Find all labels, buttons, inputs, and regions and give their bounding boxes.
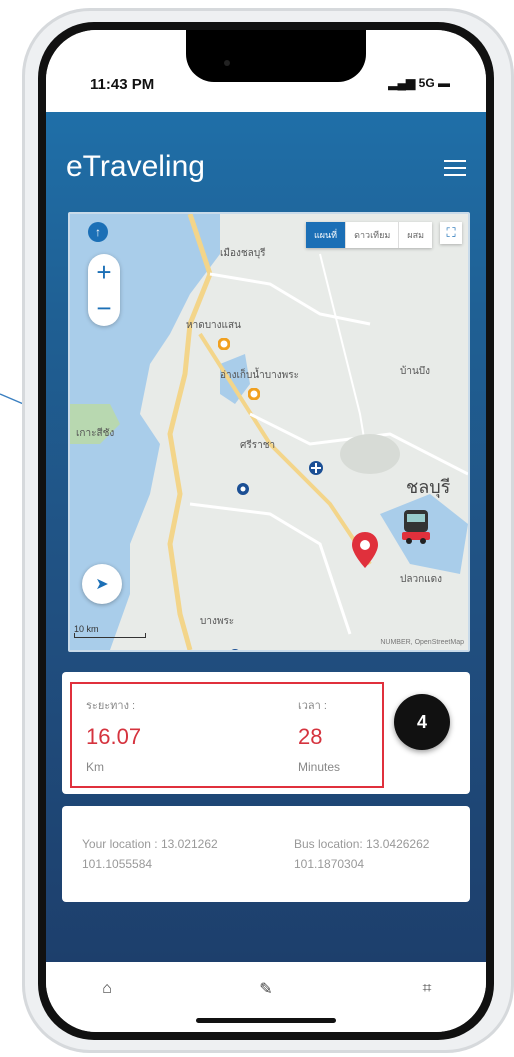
bus-location-lat: Bus location: 13.0426262 — [294, 837, 430, 851]
hospital-marker-icon[interactable] — [308, 460, 324, 476]
map-label-chonburi: ชลบุรี — [406, 477, 451, 497]
your-location: Your location : 13.021262 101.1055584 — [82, 834, 218, 874]
scan-icon[interactable]: ⌗ — [418, 980, 436, 998]
map-label-tien-mu: หาดบางแสน — [186, 320, 241, 331]
edit-icon[interactable]: ✎ — [257, 980, 275, 998]
map-view[interactable]: ↑ + − แผนที่ ดาวเทียม ผสม ⛶ เมืองชลบุรี … — [68, 212, 470, 652]
bottom-tab-bar: ⌂ ✎ ⌗ — [46, 962, 486, 1032]
zoom-control: + − — [88, 254, 120, 326]
status-bar: 11:43 PM ▂▄▆ 5G ▬ — [46, 30, 486, 112]
duration-stat: เวลา : 28 Minutes — [298, 696, 340, 774]
phone-screen: 11:43 PM ▂▄▆ 5G ▬ eTraveling ↑ + − แผนที… — [46, 30, 486, 1032]
zoom-in-button[interactable]: + — [88, 254, 120, 290]
network-type: 5G — [418, 76, 435, 90]
zoom-out-button[interactable]: − — [88, 290, 120, 326]
duration-unit: Minutes — [298, 760, 341, 774]
poi-marker-icon[interactable] — [248, 388, 260, 400]
map-tab-hybrid[interactable]: ผสม — [398, 222, 432, 248]
map-label-koh-si-chang: เกาะสีชัง — [76, 428, 115, 439]
phone-frame: 11:43 PM ▂▄▆ 5G ▬ eTraveling ↑ + − แผนที… — [22, 8, 514, 1053]
poi-marker-icon[interactable] — [218, 338, 230, 350]
distance-stat: ระยะทาง : 16.07 Km — [86, 696, 141, 774]
bus-location-lng: 101.1870304 — [294, 857, 365, 871]
notch — [186, 30, 366, 82]
camera — [224, 60, 230, 66]
distance-label: ระยะทาง : — [86, 700, 136, 712]
map-label-ban-bueng: บ้านบึง — [400, 366, 431, 377]
signal-indicator: ▂▄▆ 5G ▬ — [388, 76, 450, 90]
signal-bars-icon: ▂▄▆ — [388, 76, 416, 90]
app-title: eTraveling — [66, 150, 205, 183]
place-marker-icon[interactable] — [236, 482, 250, 496]
map-label-pluak-daeng: ปลวกแดง — [400, 574, 442, 585]
bus-location: Bus location: 13.0426262 101.1870304 — [294, 834, 429, 874]
map-scale-bar — [74, 633, 146, 638]
distance-value: 16.07 — [86, 724, 142, 749]
duration-value: 28 — [298, 724, 323, 749]
map-label-bangpra: บางพระ — [200, 616, 235, 627]
distance-unit: Km — [86, 760, 104, 774]
your-location-lat: Your location : 13.021262 — [82, 837, 218, 851]
map-tab-map[interactable]: แผนที่ — [305, 222, 346, 248]
bus-icon[interactable] — [402, 510, 430, 544]
step-badge: 4 — [394, 694, 450, 750]
battery-icon: ▬ — [438, 76, 450, 90]
your-location-lng: 101.1055584 — [82, 857, 153, 871]
my-location-button[interactable]: ➤ — [82, 564, 122, 604]
highlight-box: ระยะทาง : 16.07 Km เวลา : 28 Minutes — [70, 682, 384, 788]
location-card: Your location : 13.021262 101.1055584 Bu… — [62, 806, 470, 902]
north-arrow-icon[interactable]: ↑ — [88, 222, 108, 242]
map-label-beach: อ่างเก็บน้ำบางพระ — [220, 370, 299, 381]
status-time: 11:43 PM — [90, 76, 155, 93]
fullscreen-icon[interactable]: ⛶ — [440, 222, 462, 244]
map-tab-satellite[interactable]: ดาวเทียม — [345, 222, 399, 248]
map-label-sriracha: ศรีราชา — [240, 440, 276, 451]
map-credit: NUMBER, OpenStreetMap — [380, 639, 464, 646]
destination-pin-icon[interactable] — [352, 532, 378, 568]
map-label-muang: เมืองชลบุรี — [220, 248, 266, 259]
travel-info-card: ระยะทาง : 16.07 Km เวลา : 28 Minutes 4 — [62, 672, 470, 794]
menu-icon[interactable] — [444, 160, 466, 176]
navigation-arrow-icon: ➤ — [95, 576, 109, 593]
home-icon[interactable]: ⌂ — [98, 980, 116, 998]
app-container: eTraveling ↑ + − แผนที่ ดาวเทียม ผสม ⛶ เ… — [46, 112, 486, 962]
map-type-tabs: แผนที่ ดาวเทียม ผสม — [305, 222, 432, 248]
home-indicator — [196, 1018, 336, 1023]
duration-label: เวลา : — [298, 700, 327, 712]
phone-bezel: 11:43 PM ▂▄▆ 5G ▬ eTraveling ↑ + − แผนที… — [38, 22, 494, 1040]
place-marker-icon[interactable] — [228, 648, 242, 652]
